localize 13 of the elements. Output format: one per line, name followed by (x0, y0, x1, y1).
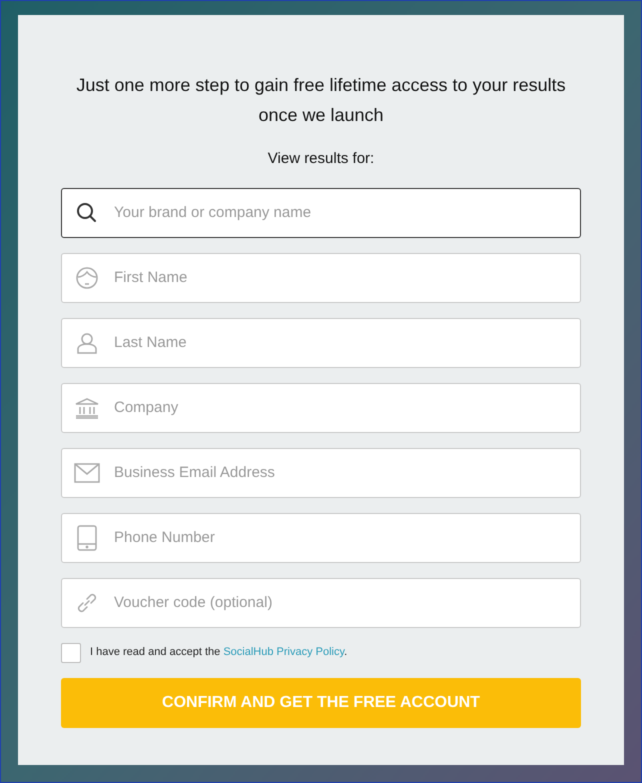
consent-text: I have read and accept the SocialHub Privacy Policy. (90, 645, 348, 660)
face-icon (75, 266, 99, 290)
envelope-icon (74, 462, 100, 482)
bank-icon (74, 396, 100, 420)
subheading: View results for: (268, 149, 374, 169)
user-icon (75, 330, 99, 354)
confirm-button[interactable]: CONFIRM AND GET THE FREE ACCOUNT (61, 678, 581, 728)
privacy-policy-link[interactable]: SocialHub Privacy Policy (223, 646, 344, 658)
phone-icon (77, 524, 97, 550)
search-icon (75, 200, 99, 224)
input-field[interactable]: Your brand or company name (61, 188, 581, 238)
heading: Just one more step to gain free lifetime access to your results once we launch (75, 74, 567, 127)
checkbox[interactable] (61, 642, 81, 662)
